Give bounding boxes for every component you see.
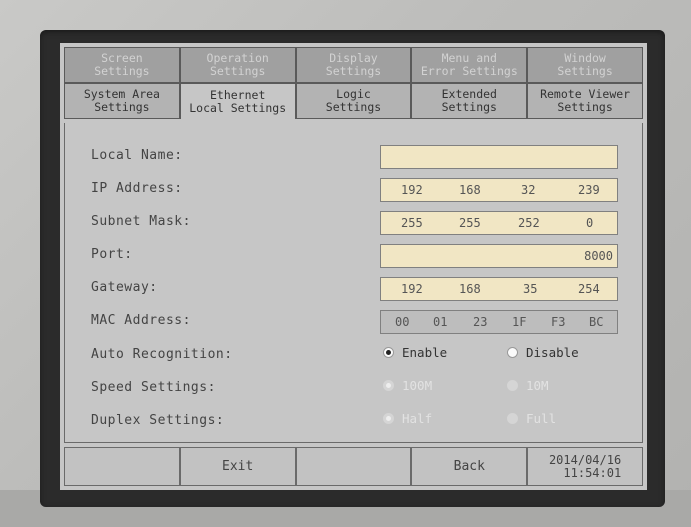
back-button[interactable]: Back xyxy=(411,447,528,486)
tab-system-area-settings[interactable]: System Area Settings xyxy=(64,83,180,119)
auto-enable-radio[interactable]: Enable xyxy=(383,345,447,360)
ip-address-field[interactable]: 192 168 32 239 xyxy=(380,178,618,202)
tab-logic-settings[interactable]: Logic Settings xyxy=(295,83,412,119)
gateway-octet-1: 192 xyxy=(401,282,423,296)
mac-address-label: MAC Address: xyxy=(91,313,191,328)
local-name-field[interactable] xyxy=(380,145,618,169)
tab-remote-viewer-settings[interactable]: Remote Viewer Settings xyxy=(527,83,643,119)
tab-display-settings[interactable]: Display Settings xyxy=(295,47,412,83)
mac-byte-3: 23 xyxy=(473,315,488,329)
duplex-half-radio: Half xyxy=(383,411,432,426)
tab-ethernet-local-settings[interactable]: Ethernet Local Settings xyxy=(179,83,296,119)
port-label: Port: xyxy=(91,247,133,262)
tab-row-top: Screen Settings Operation Settings Displ… xyxy=(64,47,643,83)
ip-octet-3: 32 xyxy=(521,183,536,197)
gateway-octet-2: 168 xyxy=(459,282,481,296)
tab-operation-settings[interactable]: Operation Settings xyxy=(179,47,296,83)
speed-settings-label: Speed Settings: xyxy=(91,380,216,395)
ip-octet-1: 192 xyxy=(401,183,423,197)
tab-menu-error-settings[interactable]: Menu and Error Settings xyxy=(411,47,528,83)
ip-octet-2: 168 xyxy=(459,183,481,197)
subnet-octet-1: 255 xyxy=(401,216,423,230)
gateway-label: Gateway: xyxy=(91,280,158,295)
exit-button[interactable]: Exit xyxy=(179,447,296,486)
mac-byte-1: 00 xyxy=(395,315,410,329)
radio-selected-icon xyxy=(383,347,394,358)
radio-unselected-icon xyxy=(507,347,518,358)
duplex-half-label: Half xyxy=(402,411,433,426)
ethernet-settings-panel: Local Name: IP Address: 192 168 32 239 S… xyxy=(64,123,643,443)
radio-selected-icon xyxy=(383,413,394,424)
speed-10m-label: 10M xyxy=(526,378,549,393)
port-value: 8000 xyxy=(584,249,613,263)
subnet-octet-3: 252 xyxy=(518,216,540,230)
radio-unselected-icon xyxy=(507,413,518,424)
ip-address-label: IP Address: xyxy=(91,181,183,196)
gateway-octet-4: 254 xyxy=(578,282,600,296)
mac-byte-5: F3 xyxy=(551,315,566,329)
local-name-label: Local Name: xyxy=(91,148,183,163)
mac-byte-6: BC xyxy=(589,315,604,329)
subnet-octet-4: 0 xyxy=(586,216,594,230)
bottom-button-bar: Exit Back 2014/04/16 11:54:01 xyxy=(64,447,643,486)
subnet-mask-field[interactable]: 255 255 252 0 xyxy=(380,211,618,235)
tab-row-bottom: System Area Settings Ethernet Local Sett… xyxy=(64,83,643,119)
port-field[interactable]: 8000 xyxy=(380,244,618,268)
gateway-octet-3: 35 xyxy=(523,282,538,296)
auto-enable-label: Enable xyxy=(402,345,448,360)
duplex-settings-label: Duplex Settings: xyxy=(91,413,225,428)
speed-10m-radio: 10M xyxy=(507,378,549,393)
empty-button-1 xyxy=(64,447,180,486)
auto-disable-label: Disable xyxy=(526,345,579,360)
settings-tabs: Screen Settings Operation Settings Displ… xyxy=(64,47,643,119)
radio-selected-icon xyxy=(383,380,394,391)
ip-octet-4: 239 xyxy=(578,183,600,197)
mac-address-field: 00 01 23 1F F3 BC xyxy=(380,310,618,334)
speed-100m-label: 100M xyxy=(402,378,433,393)
auto-recognition-label: Auto Recognition: xyxy=(91,347,233,362)
duplex-full-radio: Full xyxy=(507,411,556,426)
mac-byte-4: 1F xyxy=(512,315,527,329)
tab-window-settings[interactable]: Window Settings xyxy=(527,47,643,83)
mac-byte-2: 01 xyxy=(433,315,448,329)
tab-extended-settings[interactable]: Extended Settings xyxy=(411,83,528,119)
tab-screen-settings[interactable]: Screen Settings xyxy=(64,47,180,83)
subnet-octet-2: 255 xyxy=(459,216,481,230)
subnet-mask-label: Subnet Mask: xyxy=(91,214,191,229)
clock-text: 2014/04/16 11:54:01 xyxy=(548,452,622,480)
empty-button-2 xyxy=(295,447,412,486)
duplex-full-label: Full xyxy=(526,411,557,426)
datetime-display: 2014/04/16 11:54:01 xyxy=(527,447,643,486)
radio-unselected-icon xyxy=(507,380,518,391)
hmi-screen: Screen Settings Operation Settings Displ… xyxy=(60,43,647,490)
speed-100m-radio: 100M xyxy=(383,378,432,393)
auto-disable-radio[interactable]: Disable xyxy=(507,345,579,360)
gateway-field[interactable]: 192 168 35 254 xyxy=(380,277,618,301)
